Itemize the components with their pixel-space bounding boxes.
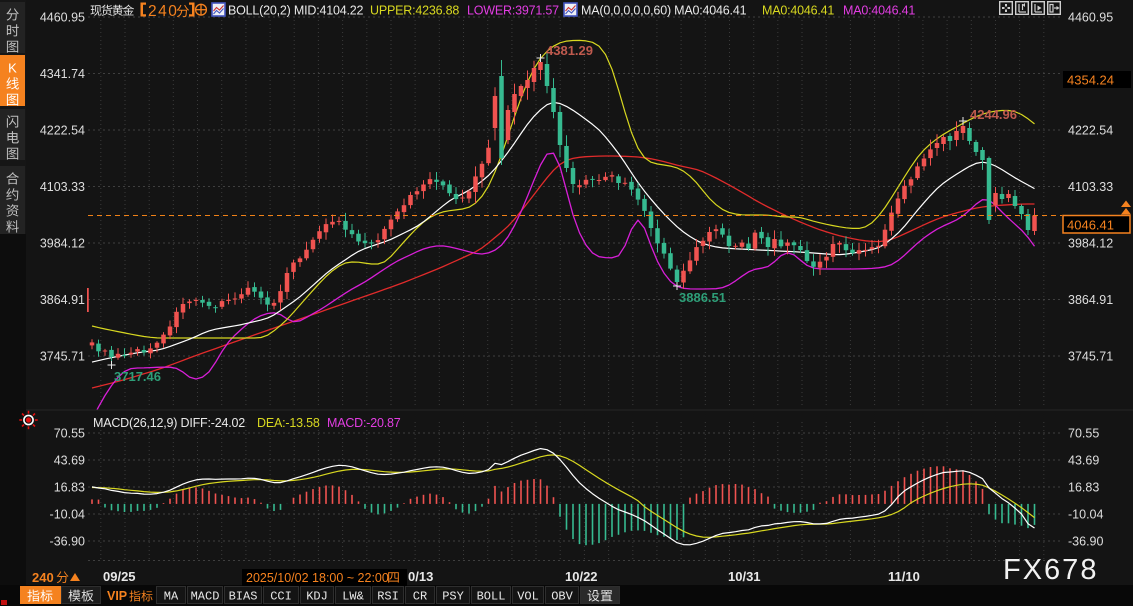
svg-text:MACD:-20.87: MACD:-20.87: [327, 416, 401, 430]
svg-text:3984.12: 3984.12: [1068, 237, 1113, 251]
svg-text:-10.04: -10.04: [50, 508, 85, 522]
svg-text:3745.71: 3745.71: [40, 350, 85, 364]
svg-text:4244.96: 4244.96: [970, 107, 1017, 122]
svg-text:LW&: LW&: [342, 590, 364, 604]
svg-text:OBV: OBV: [551, 590, 573, 604]
svg-text:4222.54: 4222.54: [1068, 124, 1113, 138]
svg-text:KDJ: KDJ: [306, 590, 328, 604]
svg-text:MA: MA: [164, 590, 179, 604]
svg-text:CCI: CCI: [270, 590, 292, 604]
svg-text:10/22: 10/22: [565, 569, 598, 584]
svg-text:3717.46: 3717.46: [114, 369, 161, 384]
svg-text:70.55: 70.55: [54, 427, 85, 441]
svg-text:RSI: RSI: [377, 590, 399, 604]
svg-text:4460.95: 4460.95: [1068, 11, 1113, 25]
svg-text:K: K: [8, 61, 17, 76]
svg-text:MACD(26,12,9) DIFF:-24.02: MACD(26,12,9) DIFF:-24.02: [93, 416, 245, 430]
svg-text:CR: CR: [413, 590, 427, 604]
svg-text:-36.90: -36.90: [1068, 535, 1103, 549]
svg-text:4341.74: 4341.74: [40, 67, 85, 81]
svg-text:-10.04: -10.04: [1068, 508, 1103, 522]
svg-text:4222.54: 4222.54: [40, 124, 85, 138]
svg-text:3984.12: 3984.12: [40, 237, 85, 251]
svg-text:VOL: VOL: [517, 590, 539, 604]
svg-text:4354.24: 4354.24: [1067, 73, 1114, 88]
svg-text:UPPER:4236.88: UPPER:4236.88: [370, 4, 459, 18]
svg-text:0/13: 0/13: [408, 569, 433, 584]
svg-text:-36.90: -36.90: [50, 535, 85, 549]
svg-text:43.69: 43.69: [54, 454, 85, 468]
svg-text:4046.41: 4046.41: [1067, 218, 1114, 233]
svg-text:MA0:4046.41: MA0:4046.41: [843, 4, 915, 18]
svg-text:11/10: 11/10: [888, 569, 920, 584]
svg-text:240: 240: [148, 3, 178, 20]
svg-text:3745.71: 3745.71: [1068, 350, 1113, 364]
svg-text:BOLL: BOLL: [477, 590, 506, 604]
svg-text:BOLL(20,2) MID:4104.22: BOLL(20,2) MID:4104.22: [228, 4, 364, 18]
svg-text:4460.95: 4460.95: [40, 11, 85, 25]
svg-text:2025/10/02 18:00 ~ 22:00: 2025/10/02 18:00 ~ 22:00: [246, 571, 389, 585]
svg-text:3886.51: 3886.51: [679, 290, 726, 305]
svg-text:3864.91: 3864.91: [1068, 293, 1113, 307]
svg-text:VIP: VIP: [107, 589, 127, 603]
svg-text:43.69: 43.69: [1068, 454, 1099, 468]
svg-text:DEA:-13.58: DEA:-13.58: [257, 416, 320, 430]
svg-text:LOWER:3971.57: LOWER:3971.57: [467, 4, 559, 18]
svg-text:70.55: 70.55: [1068, 427, 1099, 441]
svg-text:MA(0,0,0,0,0,60) MA0:4046.41: MA(0,0,0,0,0,60) MA0:4046.41: [581, 4, 747, 18]
svg-text:MA0:4046.41: MA0:4046.41: [762, 4, 834, 18]
svg-text:MACD: MACD: [191, 590, 220, 604]
svg-text:PSY: PSY: [442, 590, 464, 604]
svg-text:240: 240: [32, 570, 54, 585]
svg-text:09/25: 09/25: [103, 569, 136, 584]
svg-text:16.83: 16.83: [54, 481, 85, 495]
svg-text:FX678: FX678: [1003, 554, 1098, 586]
svg-text:4381.29: 4381.29: [546, 43, 593, 58]
svg-text:16.83: 16.83: [1068, 481, 1099, 495]
svg-text:4103.33: 4103.33: [1068, 180, 1113, 194]
svg-text:4103.33: 4103.33: [40, 180, 85, 194]
svg-text:3864.91: 3864.91: [40, 293, 85, 307]
svg-text:BIAS: BIAS: [229, 590, 258, 604]
svg-text:10/31: 10/31: [728, 569, 761, 584]
